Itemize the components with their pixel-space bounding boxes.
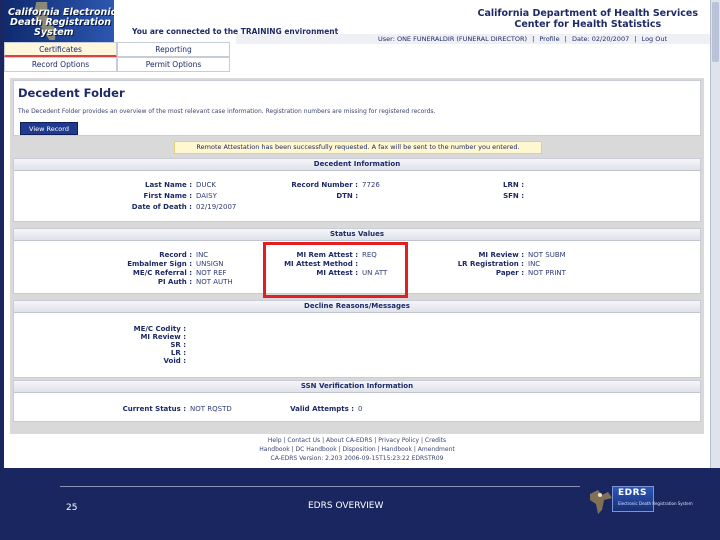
edrs-logo-subtitle: Electronic Death Registration System — [618, 501, 693, 506]
edrs-logo-text: EDRS — [618, 488, 648, 498]
paper-label: Paper : — [495, 269, 524, 277]
pi-auth-label: PI Auth : — [157, 278, 192, 286]
edrs-application-window: California Electronic Death Registration… — [4, 0, 710, 468]
record-number-label: Record Number : — [291, 181, 358, 189]
decedent-information-section: Decedent Information Last Name : DUCK Fi… — [13, 158, 701, 222]
decedent-folder-panel: Decedent Folder The Decedent Folder prov… — [13, 80, 701, 136]
department-name: California Department of Health Services… — [478, 8, 699, 30]
section-heading: Decline Reasons/Messages — [14, 301, 700, 313]
page-title: Decedent Folder — [18, 86, 125, 100]
lr-registration-label: LR Registration : — [457, 260, 524, 268]
record-status-value: INC — [196, 251, 209, 259]
sfn-label: SFN : — [503, 192, 524, 200]
embalmer-sign-label: Embalmer Sign : — [127, 260, 192, 268]
pi-auth-value: NOT AUTH — [196, 278, 233, 286]
dtn-label: DTN : — [336, 192, 358, 200]
footer-links[interactable]: Help | Contact Us | About CA-EDRS | Priv… — [4, 436, 710, 445]
date-of-death-label: Date of Death : — [131, 203, 192, 211]
last-name-label: Last Name : — [145, 181, 192, 189]
main-menu-row-1: Certificates Reporting — [4, 42, 230, 57]
main-menu-row-2: Record Options Permit Options — [4, 57, 230, 72]
folder-description: The Decedent Folder provides an overview… — [18, 108, 436, 115]
lr-label: LR : — [170, 349, 186, 357]
department-subtitle: Center for Health Statistics — [514, 19, 662, 30]
current-status-value: NOT RQSTD — [190, 405, 232, 413]
section-heading: Decedent Information — [14, 159, 700, 171]
slide-title: EDRS OVERVIEW — [308, 501, 384, 511]
eagle-icon — [590, 490, 612, 514]
valid-attempts-label: Valid Attempts : — [290, 405, 354, 413]
mi-review-value: NOT SUBM — [528, 251, 566, 259]
menu-reporting[interactable]: Reporting — [117, 42, 230, 57]
valid-attempts-value: 0 — [358, 405, 363, 413]
mec-referral-value: NOT REF — [196, 269, 227, 277]
ssn-verification-section: SSN Verification Information Current Sta… — [13, 380, 701, 422]
void-label: Void : — [163, 357, 187, 365]
user-info: User: ONE FUNERALDIR (FUNERAL DIRECTOR) — [378, 35, 528, 43]
app-footer: Help | Contact Us | About CA-EDRS | Priv… — [4, 436, 710, 466]
footer-handbook-links[interactable]: Handbook | DC Handbook | Disposition | H… — [4, 445, 710, 454]
edrs-logo-banner[interactable]: California Electronic Death Registration… — [4, 0, 114, 42]
mec-referral-label: ME/C Referral : — [132, 269, 192, 277]
section-heading: SSN Verification Information — [14, 381, 700, 393]
first-name-label: First Name : — [143, 192, 192, 200]
lr-registration-value: INC — [528, 260, 541, 268]
logo-line-3: System — [34, 27, 74, 38]
mec-codity-label: ME/C Codity : — [133, 325, 186, 333]
mi-review-label: MI Review : — [478, 251, 524, 259]
menu-record-options[interactable]: Record Options — [4, 57, 117, 72]
user-bar-separator: | — [634, 35, 637, 43]
scrollbar-thumb[interactable] — [712, 2, 719, 62]
embalmer-sign-value: UNSIGN — [196, 260, 224, 268]
sr-label: SR : — [170, 341, 186, 349]
department-title: California Department of Health Services — [477, 8, 699, 19]
current-status-label: Current Status : — [122, 405, 186, 413]
slide-footer-rule — [60, 486, 580, 487]
view-record-button[interactable]: View Record — [20, 122, 78, 135]
date-of-death-value: 02/19/2007 — [196, 203, 237, 211]
section-heading: Status Values — [14, 229, 700, 241]
decline-reasons-section: Decline Reasons/Messages ME/C Codity : M… — [13, 300, 701, 378]
first-name-value: DAISY — [196, 192, 217, 200]
record-number-value: 7726 — [362, 181, 380, 189]
edrs-footer-logo: EDRS Electronic Death Registration Syste… — [588, 484, 693, 518]
version-info: CA-EDRS Version: 2.203 2006-09-15T15:23:… — [270, 455, 444, 462]
vertical-scrollbar[interactable] — [710, 0, 720, 468]
attestation-notice: Remote Attestation has been successfully… — [174, 141, 542, 154]
profile-link[interactable]: Profile — [539, 35, 559, 43]
annotation-highlight-box — [263, 242, 408, 298]
slide-page-number: 25 — [66, 503, 78, 513]
paper-value: NOT PRINT — [528, 269, 566, 277]
menu-certificates[interactable]: Certificates — [4, 42, 117, 57]
session-date: Date: 02/20/2007 — [571, 35, 630, 43]
logout-link[interactable]: Log Out — [642, 35, 667, 43]
last-name-value: DUCK — [196, 181, 216, 189]
menu-permit-options[interactable]: Permit Options — [117, 57, 230, 72]
user-bar-separator: | — [532, 35, 535, 43]
user-bar: User: ONE FUNERALDIR (FUNERAL DIRECTOR) … — [236, 34, 710, 44]
mi-review-decline-label: MI Review : — [140, 333, 186, 341]
record-status-label: Record : — [159, 251, 192, 259]
user-bar-separator: | — [564, 35, 567, 43]
lrn-label: LRN : — [503, 181, 524, 189]
